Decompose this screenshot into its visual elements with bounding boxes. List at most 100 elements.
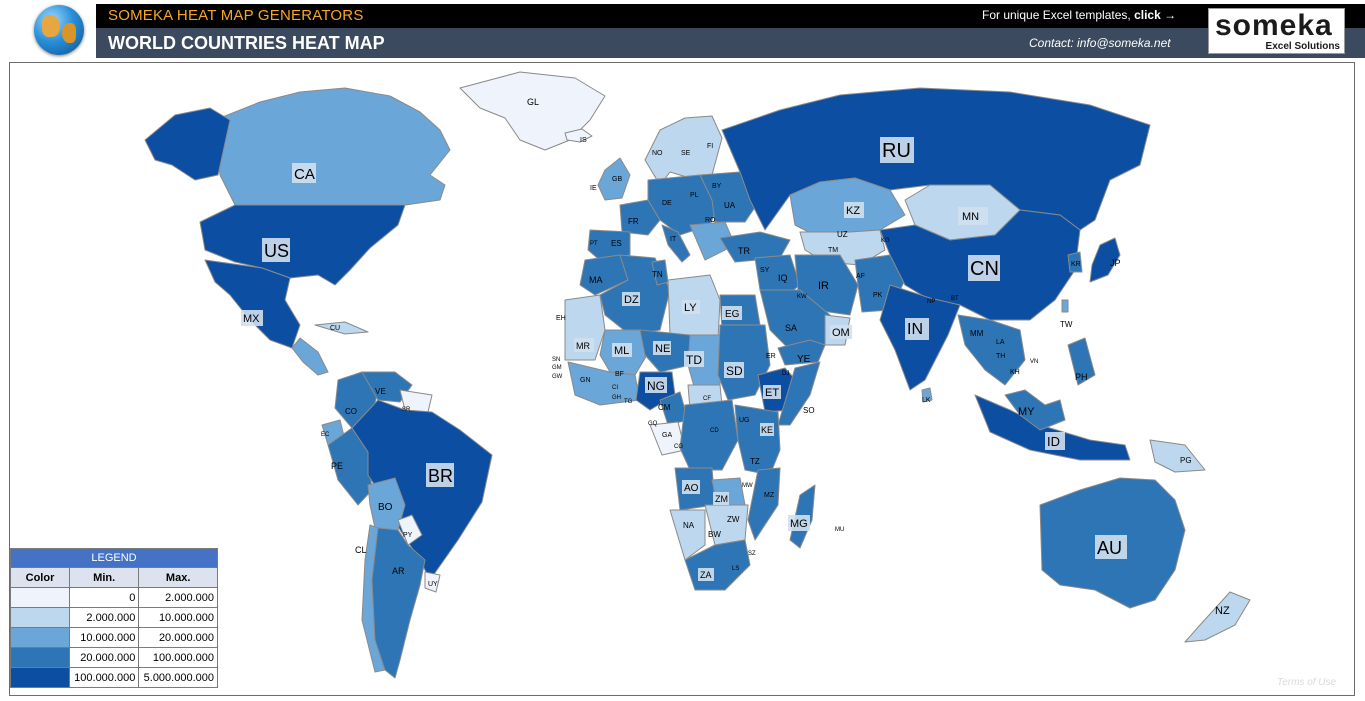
label-UZ: UZ [837,230,848,239]
label-EG: EG [725,309,740,320]
legend-row: 2.000.000 10.000.000 [10,607,218,628]
label-PL: PL [690,192,699,199]
label-CM: CM [658,403,671,412]
label-FI: FI [707,143,713,150]
label-CA: CA [294,166,315,183]
label-MA: MA [589,275,603,285]
label-GH: GH [612,395,621,401]
label-PK: PK [873,292,883,299]
label-OM: OM [832,327,850,339]
label-NE: NE [655,343,670,355]
label-TZ: TZ [750,457,760,466]
label-BT: BT [951,296,959,302]
label-PG: PG [1180,456,1192,465]
label-BF: BF [615,371,624,378]
label-DZ: DZ [624,294,639,306]
label-ES: ES [611,239,622,248]
terms-of-use-link[interactable]: Terms of Use [1277,677,1336,688]
label-MW: MW [742,483,753,489]
label-PE: PE [331,461,343,471]
label-AR: AR [392,566,405,576]
label-AO: AO [684,483,699,494]
legend-col-color: Color [10,567,70,588]
label-PY: PY [403,532,413,539]
label-GM: GM [552,365,562,371]
label-IE: IE [590,185,597,192]
label-MY: MY [1018,406,1035,418]
label-IR: IR [818,280,829,292]
label-NG: NG [647,379,665,393]
label-MG: MG [790,518,808,530]
label-GL: GL [527,97,539,107]
label-SD: SD [726,364,743,378]
label-NA: NA [683,521,695,530]
legend-title: LEGEND [10,548,218,568]
label-KE: KE [761,425,773,435]
label-SO: SO [803,406,815,415]
label-GN: GN [580,377,591,384]
legend-row: 100.000.000 5.000.000.000 [10,667,218,688]
label-GA: GA [662,432,672,439]
legend-swatch [10,647,70,668]
label-CG: CG [674,444,683,450]
label-GW: GW [552,374,563,380]
label-LY: LY [684,302,697,314]
label-CN: CN [970,258,999,280]
label-CU: CU [330,325,340,332]
label-IS: IS [580,137,587,144]
label-ZM: ZM [715,494,728,504]
label-CL: CL [355,545,367,555]
legend-min: 20.000.000 [68,647,140,668]
label-JP: JP [1110,258,1121,268]
legend-min: 0 [68,587,140,608]
label-TM: TM [828,247,838,254]
label-MZ: MZ [764,492,775,499]
label-SA: SA [785,323,797,333]
label-PH: PH [1075,372,1088,382]
label-ZA: ZA [700,570,712,580]
label-KG: KG [881,238,890,244]
label-BW: BW [708,530,721,539]
legend-max: 2.000.000 [138,587,218,608]
label-SZ: SZ [748,551,756,557]
legend-swatch [10,667,70,688]
label-MM: MM [970,329,984,338]
label-DJ: DJ [782,371,789,377]
label-BY: BY [712,183,722,190]
label-NP: NP [927,299,935,305]
label-CD: CD [710,428,719,434]
label-LK: LK [922,397,931,404]
label-FR: FR [628,217,639,226]
label-IQ: IQ [778,273,788,283]
label-BO: BO [378,502,393,513]
label-ID: ID [1047,434,1060,449]
label-LS: LS [732,566,739,572]
label-IN: IN [907,321,923,338]
label-UA: UA [724,201,736,210]
label-VN: VN [1030,359,1038,365]
label-EH: EH [556,315,566,322]
label-TW: TW [1060,320,1073,329]
legend-row: 0 2.000.000 [10,587,218,608]
legend-max: 5.000.000.000 [138,667,218,688]
label-GQ: GQ [648,421,658,427]
label-TH: TH [996,353,1005,360]
label-AU: AU [1097,538,1122,558]
label-SN: SN [552,357,560,363]
label-UY: UY [428,581,438,588]
label-YE: YE [797,354,811,365]
label-GB: GB [612,176,622,183]
label-SR: SR [402,407,411,413]
label-CF: CF [703,396,711,402]
label-SE: SE [681,150,691,157]
label-ER: ER [766,353,776,360]
legend-row: 10.000.000 20.000.000 [10,627,218,648]
legend-swatch [10,627,70,648]
label-VE: VE [375,387,386,396]
label-KH: KH [1010,369,1020,376]
label-MU: MU [835,527,844,533]
label-ML: ML [614,345,629,357]
label-BR: BR [428,466,453,486]
legend-col-max: Max. [138,567,218,588]
legend-row: 20.000.000 100.000.000 [10,647,218,668]
